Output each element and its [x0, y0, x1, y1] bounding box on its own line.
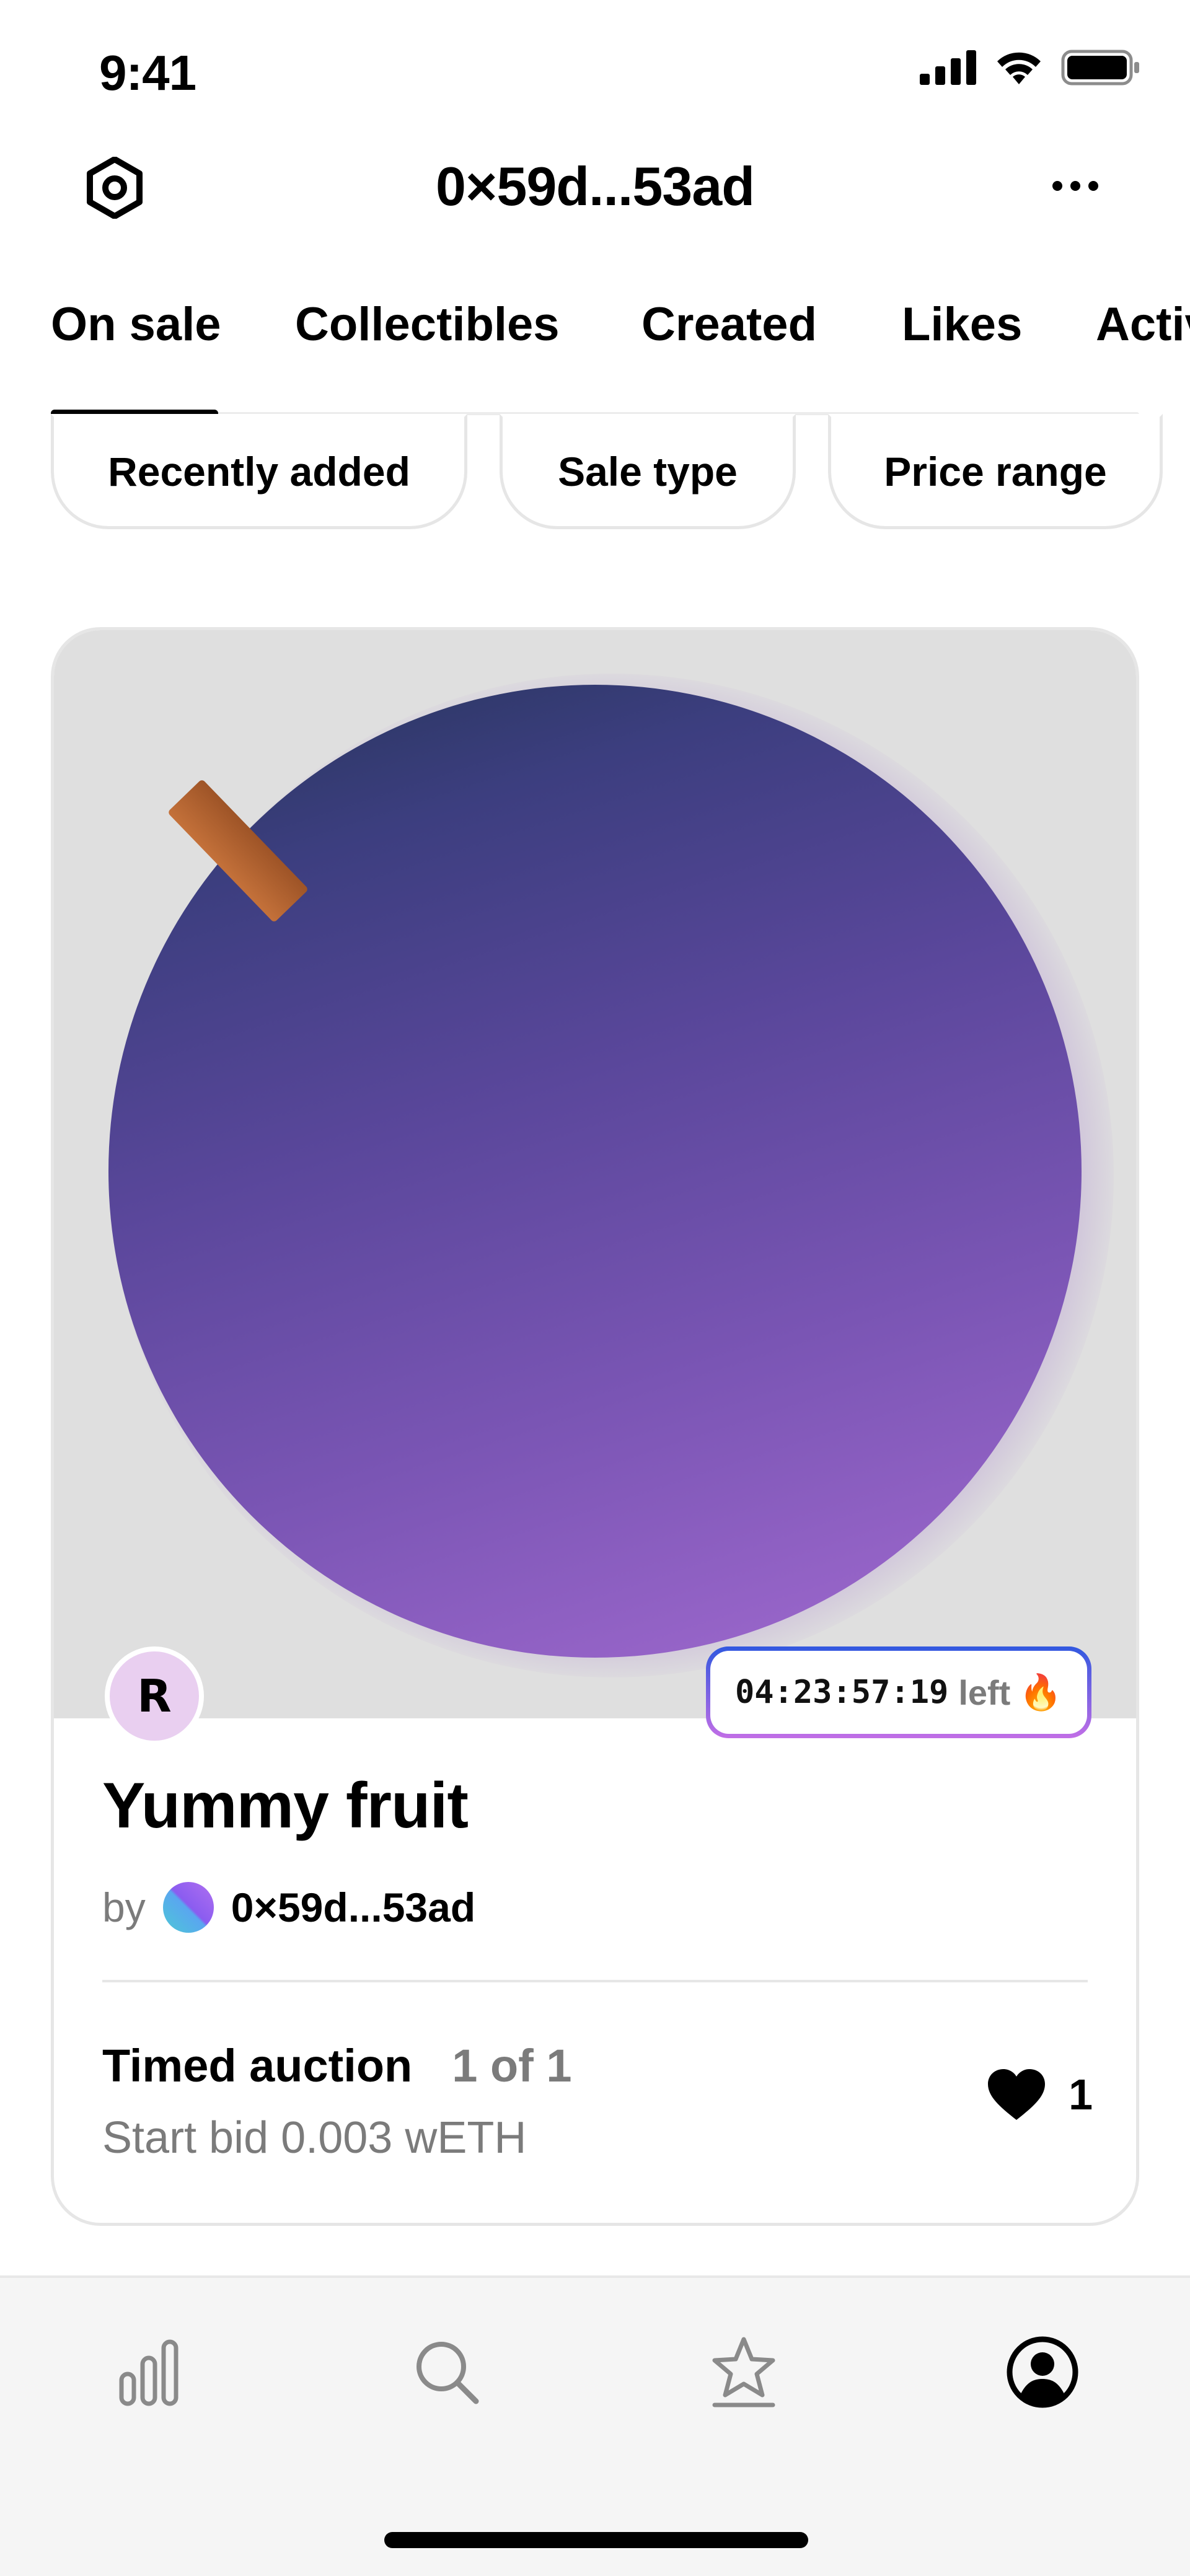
card-divider [102, 1980, 1088, 1982]
filter-row: Recently added Sale type Price range [0, 414, 1190, 532]
countdown-time: 04:23:57:19 [734, 1674, 949, 1711]
sale-type-label: Timed auction [102, 2040, 413, 2091]
profile-tabs: On sale Collectibles Created Likes Activ… [0, 273, 1190, 415]
fruit-artwork [108, 685, 1082, 1658]
wifi-icon [997, 52, 1041, 84]
countdown-suffix: left [958, 1673, 1011, 1712]
filter-recently-added[interactable]: Recently added [51, 414, 467, 529]
creator-row[interactable]: by 0×59d...53ad [102, 1882, 475, 1933]
filter-sale-type[interactable]: Sale type [500, 414, 796, 529]
tab-created[interactable]: Created [641, 297, 817, 351]
like-count: 1 [1069, 2070, 1093, 2119]
battery-icon [1061, 50, 1139, 86]
star-icon [712, 2337, 775, 2407]
nft-card[interactable]: R 04:23:57:19 left 🔥 Yummy fruit by 0×59… [51, 627, 1139, 2226]
platform-avatar-letter: R [137, 1670, 172, 1722]
nav-favorites[interactable] [700, 2329, 787, 2416]
more-icon [1052, 181, 1098, 191]
countdown-badge: 04:23:57:19 left 🔥 [706, 1646, 1091, 1738]
nft-image[interactable] [54, 630, 1136, 1718]
by-label: by [102, 1884, 146, 1930]
search-icon [416, 2342, 479, 2404]
heart-icon [988, 2069, 1046, 2120]
stats-icon [119, 2339, 178, 2406]
status-icons [920, 50, 1140, 86]
bottom-nav [0, 2275, 1190, 2576]
header: 0×59d...53ad [0, 136, 1190, 235]
auction-info: Timed auction 1 of 1 [102, 2039, 572, 2092]
status-bar: 9:41 [0, 0, 1190, 136]
tab-collectibles[interactable]: Collectibles [295, 297, 560, 351]
tab-likes[interactable]: Likes [902, 297, 1022, 351]
edition-count: 1 of 1 [452, 2040, 572, 2091]
countdown-inner: 04:23:57:19 left 🔥 [710, 1651, 1087, 1734]
nav-profile[interactable] [999, 2329, 1086, 2416]
cellular-signal-icon [920, 50, 976, 85]
creator-address[interactable]: 0×59d...53ad [231, 1884, 475, 1931]
tab-on-sale[interactable]: On sale [51, 297, 221, 351]
creator-avatar [162, 1882, 214, 1933]
fire-icon: 🔥 [1019, 1673, 1063, 1712]
start-bid: Start bid 0.003 wETH [102, 2113, 527, 2163]
home-indicator [384, 2532, 808, 2548]
nav-stats[interactable] [105, 2329, 192, 2416]
profile-icon [1007, 2336, 1078, 2408]
page-title: 0×59d...53ad [436, 156, 755, 217]
filter-price-range[interactable]: Price range [828, 414, 1163, 529]
nft-title[interactable]: Yummy fruit [102, 1769, 469, 1843]
status-time: 9:41 [99, 45, 196, 100]
tab-activity[interactable]: Activity [1096, 297, 1190, 351]
platform-avatar[interactable]: R [105, 1646, 204, 1746]
nav-search[interactable] [403, 2329, 490, 2416]
more-options-button[interactable] [1041, 161, 1109, 211]
like-button[interactable]: 1 [987, 2068, 1093, 2121]
